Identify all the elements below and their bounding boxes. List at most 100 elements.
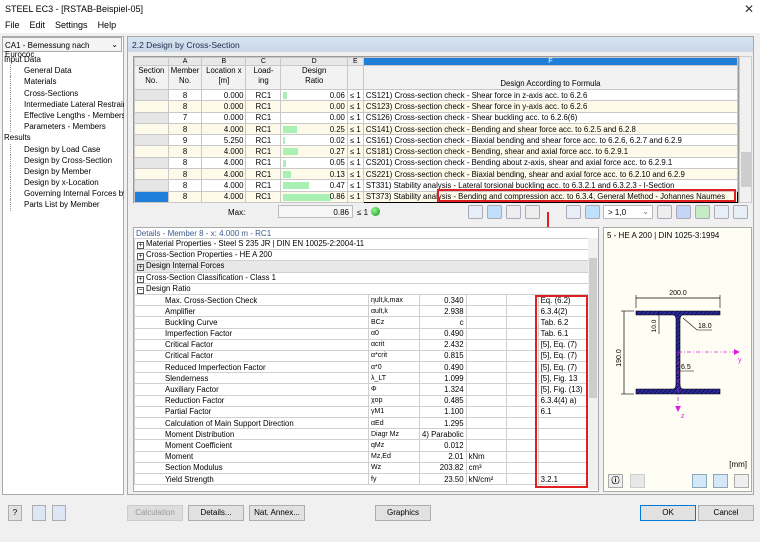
- navigator-tree: Input Data General Data Materials Cross-Sec…: [4, 54, 124, 211]
- col-letter-c[interactable]: C: [245, 57, 282, 66]
- detail-symbol: α*crit: [368, 349, 420, 363]
- hand-icon[interactable]: [630, 474, 645, 488]
- nav-item[interactable]: Parts List by Member: [10, 199, 124, 211]
- ratio-bar: [283, 193, 331, 201]
- col-letter-b[interactable]: B: [201, 57, 247, 66]
- le-cell: ≤ 1: [346, 88, 364, 102]
- details-group[interactable]: + Design Internal Forces: [134, 260, 591, 273]
- table-row[interactable]: 8 0.000 RC1 0.00 ≤ 1 CS123) Cross-section che…: [134, 100, 739, 113]
- detail-value: 4) Parabolic: [419, 428, 467, 441]
- table-row[interactable]: 7 0.000 RC1 0.00 ≤ 1 CS126) Cross-section che…: [134, 111, 739, 124]
- export-icon[interactable]: [52, 505, 66, 521]
- ok-button[interactable]: OK: [640, 505, 696, 521]
- nav-item[interactable]: Design by Member: [10, 165, 124, 178]
- hand-icon[interactable]: [525, 205, 540, 219]
- nav-item[interactable]: Results: [4, 132, 124, 143]
- member-icon[interactable]: [676, 205, 691, 219]
- menu-settings[interactable]: Settings: [50, 18, 93, 32]
- nav-item[interactable]: Parameters - Members: [10, 121, 124, 133]
- menu-file[interactable]: File: [0, 18, 25, 32]
- collapse-icon[interactable]: −: [137, 286, 144, 294]
- header-e: [346, 65, 364, 90]
- detail-symbol: α0: [368, 327, 420, 340]
- ratio-value: 0.05: [329, 158, 345, 168]
- nav-item[interactable]: Intermediate Lateral Restraints: [10, 98, 124, 110]
- menu-help[interactable]: Help: [93, 18, 122, 32]
- details-group[interactable]: + Material Properties - Steel S 235 JR | …: [134, 237, 591, 251]
- le-cell-text: ≤ 1: [349, 101, 361, 111]
- details-button[interactable]: Details...: [188, 505, 244, 521]
- cancel-button[interactable]: Cancel: [698, 505, 754, 521]
- table-row[interactable]: 8 4.000 RC1 0.27 ≤ 1 CS181) Cross-section che…: [134, 145, 739, 158]
- details-scrollbar[interactable]: [588, 238, 598, 490]
- table-row[interactable]: 8 4.000 RC1 0.13 ≤ 1 CS221) Cross-section che…: [134, 168, 739, 181]
- col-letter-a[interactable]: A: [167, 57, 203, 66]
- le-cell: ≤ 1: [346, 134, 364, 147]
- nav-item[interactable]: General Data: [10, 65, 124, 77]
- nav-item[interactable]: Governing Internal Forces by Member: [10, 188, 124, 200]
- detail-blank: [505, 361, 539, 374]
- excel-export-icon[interactable]: [695, 205, 710, 219]
- ratio-cell: 0.47: [280, 179, 348, 192]
- loading-cell-text: RC1: [255, 192, 272, 202]
- section-cell: [134, 179, 169, 192]
- loading-cell-text: RC1: [255, 90, 272, 100]
- section-cell: [134, 156, 169, 170]
- details-group[interactable]: + Cross-Section Classification - Class 1: [134, 271, 591, 284]
- nav-item[interactable]: Design by Cross-Section: [10, 154, 124, 166]
- ratio-bars-icon[interactable]: [585, 205, 600, 219]
- nav-item[interactable]: Effective Lengths - Members: [10, 109, 124, 122]
- section-cell: [134, 122, 169, 136]
- info-icon[interactable]: ⓘ: [608, 474, 623, 488]
- table-row[interactable]: 8 0.000 RC1 0.06 ≤ 1 CS121) Cross-section che…: [134, 88, 739, 102]
- filter-icon[interactable]: [487, 205, 502, 219]
- close-button[interactable]: ✕: [744, 2, 754, 16]
- zoom-icon[interactable]: [734, 474, 749, 488]
- calculation-button[interactable]: Calculation: [127, 505, 183, 521]
- member-cell-text: 8: [182, 124, 188, 134]
- col-letter-e[interactable]: E: [346, 57, 364, 66]
- menu-edit[interactable]: Edit: [25, 18, 51, 32]
- detail-symbol: Wz: [368, 461, 420, 474]
- le-cell-text: ≤ 1: [349, 113, 361, 123]
- table-row[interactable]: 8 4.000 RC1 0.25 ≤ 1 CS141) Cross-section che…: [134, 122, 739, 136]
- table-row[interactable]: 9 5.250 RC1 0.02 ≤ 1 CS161) Cross-section che…: [134, 134, 739, 147]
- location-cell-text: 0.000: [223, 101, 244, 111]
- nat-annex-button[interactable]: Nat. Annex...: [249, 505, 305, 521]
- expand-icon[interactable]: +: [137, 275, 144, 283]
- import-icon[interactable]: [32, 505, 46, 521]
- filter-select[interactable]: > 1,0 ⌄: [603, 205, 653, 219]
- graphics-button[interactable]: Graphics: [375, 505, 431, 521]
- detail-symbol: γM1: [368, 405, 420, 419]
- design-case-select[interactable]: CA1 - Bemessung nach Eurococ ⌄: [2, 37, 122, 59]
- nav-item[interactable]: Design by x-Location: [10, 177, 124, 189]
- help-icon[interactable]: ?: [8, 505, 22, 521]
- table-row[interactable]: 8 4.000 RC1 0.05 ≤ 1 CS201) Cross-section che…: [134, 156, 739, 170]
- details-group[interactable]: + Cross-Section Properties - HE A 200: [134, 249, 591, 262]
- section-view-icon[interactable]: [692, 474, 707, 488]
- ratio-bar: [283, 148, 299, 156]
- expand-icon[interactable]: +: [137, 264, 144, 272]
- nav-item[interactable]: Cross-Sections: [10, 87, 124, 99]
- color-scale-icon[interactable]: [566, 205, 581, 219]
- table-scrollbar[interactable]: [739, 56, 752, 203]
- formula-cell-text: CS121) Cross-section check - Shear force…: [365, 90, 588, 100]
- col-letter-f[interactable]: F: [362, 57, 739, 66]
- relations-icon[interactable]: [468, 205, 483, 219]
- nav-item[interactable]: Input Data: [4, 54, 124, 65]
- details-row: Section Modulus Wz 203.82 cm³: [134, 461, 591, 474]
- details-group[interactable]: − Design Ratio: [134, 282, 591, 295]
- dimension-icon[interactable]: [713, 474, 728, 488]
- expand-icon[interactable]: +: [137, 253, 144, 260]
- ratio-cell: 0.25: [280, 122, 348, 136]
- select-icon[interactable]: [714, 205, 729, 219]
- nav-item[interactable]: Design by Load Case: [10, 143, 124, 155]
- eye-icon[interactable]: [733, 205, 748, 219]
- nav-item[interactable]: Materials: [10, 76, 124, 88]
- view-icon[interactable]: [506, 205, 521, 219]
- expand-icon[interactable]: +: [137, 242, 144, 249]
- ratio-bar: [283, 182, 310, 190]
- col-letter-d[interactable]: D: [280, 57, 348, 66]
- details-row: Buckling Curve BCz c Tab. 6.2: [134, 316, 591, 329]
- filter-apply-icon[interactable]: [657, 205, 672, 219]
